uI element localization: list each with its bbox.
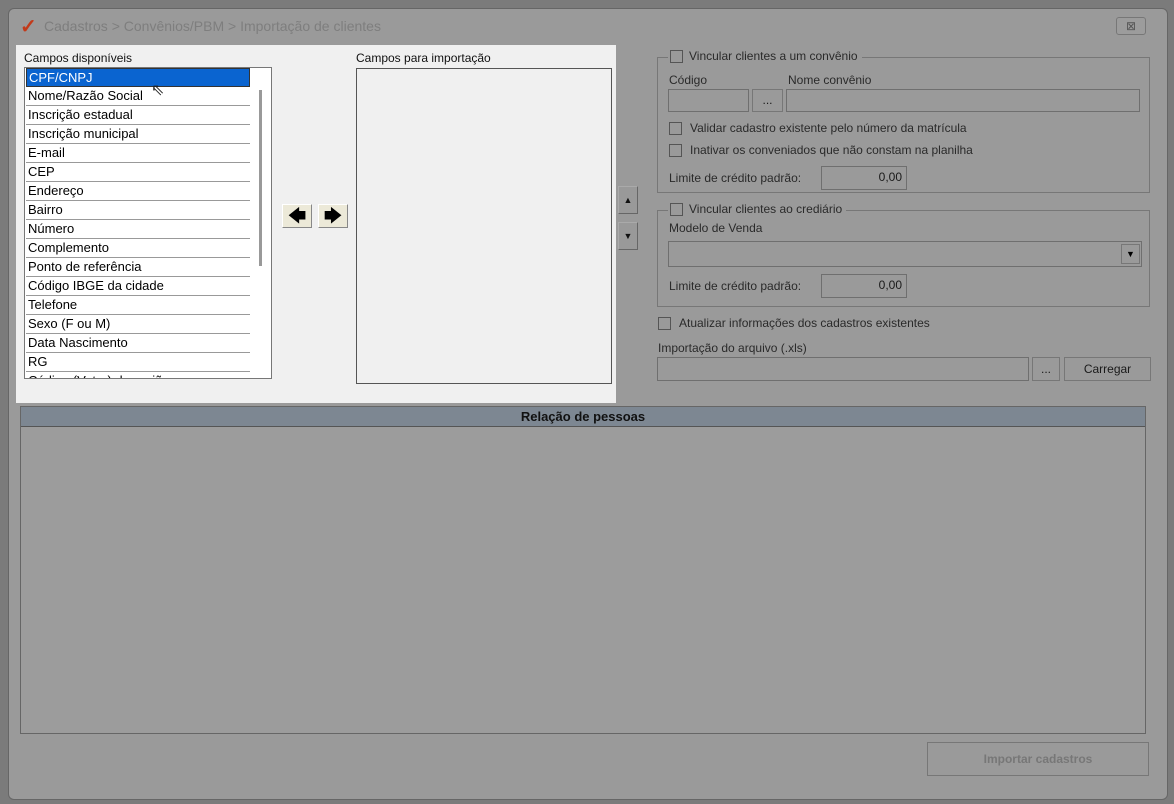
crediario-checkbox-row[interactable]: Vincular clientes ao crediário [668, 202, 847, 216]
convenio-title: Vincular clientes a um convênio [689, 49, 858, 63]
list-item[interactable]: Endereço [26, 182, 250, 201]
app-logo-icon: ✓ [20, 16, 37, 38]
crediario-checkbox[interactable] [670, 202, 683, 216]
list-item[interactable]: Código (Vetor) da região [26, 372, 250, 378]
arquivo-label: Importação do arquivo (.xls) [658, 341, 807, 355]
move-up-button[interactable]: ▲ [618, 186, 638, 214]
list-item[interactable]: Sexo (F ou M) [26, 315, 250, 334]
available-fields-list[interactable]: CPF/CNPJ Nome/Razão Social Inscrição estad… [24, 67, 272, 379]
list-item[interactable]: CPF/CNPJ [26, 68, 250, 87]
list-item[interactable]: Nome/Razão Social [26, 87, 250, 106]
inativar-checkbox[interactable] [669, 143, 682, 157]
list-item[interactable]: RG [26, 353, 250, 372]
atualizar-row[interactable]: Atualizar informações dos cadastros exis… [658, 316, 930, 330]
import-fields-label: Campos para importação [356, 51, 491, 65]
convenio-checkbox-row[interactable]: Vincular clientes a um convênio [668, 49, 862, 63]
import-fields-list[interactable] [356, 68, 612, 384]
grid-header: Relação de pessoas [21, 407, 1145, 427]
crediario-limite-label: Limite de crédito padrão: [669, 279, 802, 293]
list-item[interactable]: Telefone [26, 296, 250, 315]
inativar-label: Inativar os conveniados que não constam … [690, 143, 973, 157]
validar-label: Validar cadastro existente pelo número d… [690, 121, 967, 135]
close-button[interactable]: ⊠ [1116, 17, 1146, 35]
list-item[interactable]: Data Nascimento [26, 334, 250, 353]
mouse-cursor-icon: ⇖ [151, 82, 165, 99]
modelo-venda-select[interactable] [668, 241, 1142, 267]
list-item[interactable]: Bairro [26, 201, 250, 220]
atualizar-label: Atualizar informações dos cadastros exis… [679, 316, 930, 330]
convenio-limite-label: Limite de crédito padrão: [669, 171, 802, 185]
convenio-limite-input[interactable]: 0,00 [821, 166, 907, 190]
codigo-label: Código [669, 73, 708, 87]
modelo-venda-label: Modelo de Venda [669, 221, 763, 235]
list-item[interactable]: Código IBGE da cidade [26, 277, 250, 296]
available-fields-label: Campos disponíveis [24, 51, 133, 65]
arquivo-input[interactable] [657, 357, 1029, 381]
validar-checkbox[interactable] [669, 121, 682, 135]
codigo-input[interactable] [668, 89, 749, 112]
move-down-button[interactable]: ▼ [618, 222, 638, 250]
importar-button[interactable]: Importar cadastros [927, 742, 1149, 776]
list-item[interactable]: Inscrição municipal [26, 125, 250, 144]
remove-field-button[interactable]: 🡄 [282, 204, 312, 228]
arrow-right-icon: 🡆 [323, 206, 343, 226]
convenio-checkbox[interactable] [670, 49, 683, 63]
pessoas-grid[interactable]: Relação de pessoas [20, 406, 1146, 734]
codigo-browse-button[interactable]: ... [752, 89, 783, 112]
nome-convenio-label: Nome convênio [788, 73, 872, 87]
down-icon: ▼ [623, 231, 633, 241]
crediario-limite-input[interactable]: 0,00 [821, 274, 907, 298]
validar-row[interactable]: Validar cadastro existente pelo número d… [669, 121, 967, 135]
chevron-down-icon[interactable]: ▼ [1121, 244, 1140, 264]
window-title: Cadastros > Convênios/PBM > Importação d… [44, 18, 381, 34]
add-field-button[interactable]: 🡆 [318, 204, 348, 228]
list-scrollbar[interactable] [259, 90, 262, 266]
nome-convenio-input[interactable] [786, 89, 1140, 112]
up-icon: ▲ [623, 195, 633, 205]
list-item[interactable]: CEP [26, 163, 250, 182]
list-item[interactable]: Inscrição estadual [26, 106, 250, 125]
carregar-button[interactable]: Carregar [1064, 357, 1151, 381]
arquivo-browse-button[interactable]: ... [1032, 357, 1060, 381]
inativar-row[interactable]: Inativar os conveniados que não constam … [669, 143, 973, 157]
list-item[interactable]: E-mail [26, 144, 250, 163]
arrow-left-icon: 🡄 [287, 206, 307, 226]
list-item[interactable]: Complemento [26, 239, 250, 258]
list-item[interactable]: Ponto de referência [26, 258, 250, 277]
crediario-title: Vincular clientes ao crediário [689, 202, 843, 216]
list-item[interactable]: Número [26, 220, 250, 239]
atualizar-checkbox[interactable] [658, 316, 671, 330]
